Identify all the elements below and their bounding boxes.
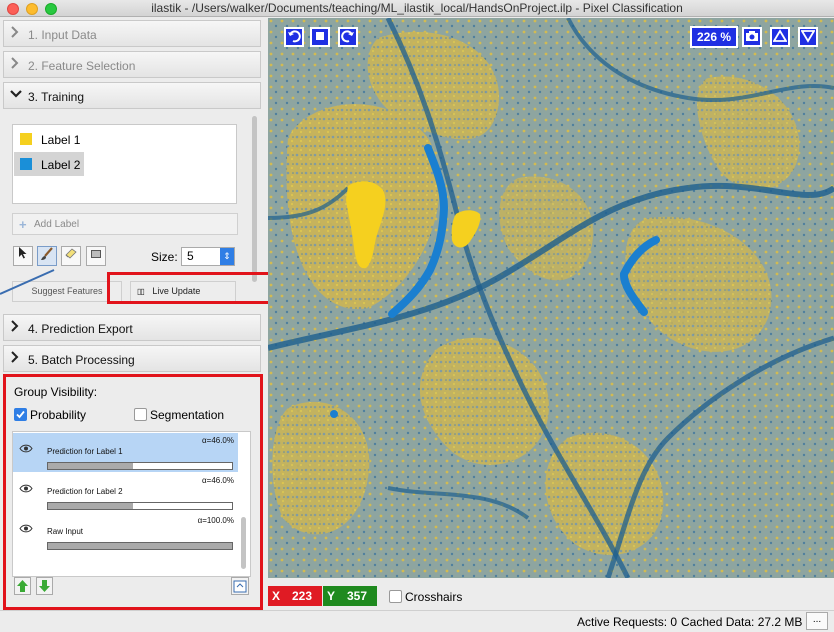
fit-view-button[interactable] xyxy=(310,27,330,47)
chevron-right-icon xyxy=(10,57,19,72)
brush-icon xyxy=(41,247,53,260)
threshold-tool-button[interactable] xyxy=(86,246,106,266)
applet-batch-processing[interactable]: 5. Batch Processing xyxy=(3,345,261,372)
chevron-down-icon xyxy=(10,88,22,102)
more-label: ... xyxy=(812,614,822,625)
label-2-swatch[interactable] xyxy=(20,158,32,170)
label-list: Label 1 Label 2 xyxy=(12,124,237,204)
label-item-1[interactable]: Label 1 xyxy=(14,127,84,151)
pointer-icon xyxy=(19,247,27,259)
x-coordinate-box: X 223 xyxy=(268,586,322,606)
label-2-name: Label 2 xyxy=(41,158,81,172)
chevron-right-icon xyxy=(10,26,19,41)
applet-label: 2. Feature Selection xyxy=(28,59,136,73)
add-label-text: Add Label xyxy=(34,219,80,230)
window-title: ilastik - /Users/walker/Documents/teachi… xyxy=(151,1,683,15)
triangle-up-icon xyxy=(772,29,788,42)
plus-icon: + xyxy=(19,217,27,232)
label-item-2[interactable]: Label 2 xyxy=(14,152,84,176)
redo-icon xyxy=(341,30,354,43)
annotation-box-group-visibility xyxy=(3,374,263,610)
applet-label: 5. Batch Processing xyxy=(28,353,135,367)
y-value: 357 xyxy=(347,589,368,603)
eraser-tool-button[interactable] xyxy=(61,246,81,266)
annotation-box-live-update xyxy=(107,272,273,304)
brush-size-spinbox[interactable]: 5 ⇕ xyxy=(181,247,235,266)
screenshot-button[interactable] xyxy=(742,27,762,47)
eraser-icon xyxy=(65,248,77,259)
brush-size-value[interactable]: 5 xyxy=(187,249,194,263)
slice-down-button[interactable] xyxy=(798,27,818,47)
cached-data: Cached Data: 27.2 MB xyxy=(681,615,803,629)
x-value: 223 xyxy=(292,589,313,603)
image-viewer[interactable]: 226 % xyxy=(268,18,834,578)
training-scroll-thumb[interactable] xyxy=(252,116,257,282)
brush-size-label: Size: xyxy=(151,250,178,264)
window-titlebar: ilastik - /Users/walker/Documents/teachi… xyxy=(0,0,834,17)
slice-up-button[interactable] xyxy=(770,27,790,47)
x-label: X xyxy=(272,589,281,603)
applet-training[interactable]: 3. Training xyxy=(3,82,261,109)
y-coordinate-box: Y 357 xyxy=(323,586,377,606)
microscopy-image[interactable] xyxy=(268,18,834,578)
undo-icon xyxy=(288,30,301,43)
more-button[interactable]: ... xyxy=(806,612,828,630)
zoom-level[interactable]: 226 % xyxy=(690,26,738,48)
chevron-right-icon xyxy=(10,320,19,335)
annotation-arrow xyxy=(0,269,55,295)
applet-label: 3. Training xyxy=(28,90,85,104)
active-requests: Active Requests: 0 xyxy=(577,615,678,629)
status-bar: Active Requests: 0 Cached Data: 27.2 MB … xyxy=(0,610,834,632)
applet-feature-selection[interactable]: 2. Feature Selection xyxy=(3,51,261,78)
crosshairs-label: Crosshairs xyxy=(405,590,463,604)
add-label-button[interactable]: + Add Label xyxy=(12,213,238,235)
applet-label: 1. Input Data xyxy=(28,28,97,42)
chevron-right-icon xyxy=(10,351,19,366)
triangle-down-icon xyxy=(800,30,816,43)
applet-label: 4. Prediction Export xyxy=(28,322,133,336)
threshold-icon xyxy=(91,250,101,258)
spin-arrows-icon[interactable]: ⇕ xyxy=(220,248,234,265)
camera-icon xyxy=(746,31,758,41)
fit-view-icon xyxy=(316,32,324,40)
label-1-swatch[interactable] xyxy=(20,133,32,145)
applet-prediction-export[interactable]: 4. Prediction Export xyxy=(3,314,261,341)
applet-input-data[interactable]: 1. Input Data xyxy=(3,20,261,47)
undo-button[interactable] xyxy=(284,27,304,47)
redo-button[interactable] xyxy=(338,27,358,47)
label-1-name: Label 1 xyxy=(41,133,81,147)
crosshairs-checkbox[interactable] xyxy=(389,590,402,603)
y-label: Y xyxy=(327,589,336,603)
